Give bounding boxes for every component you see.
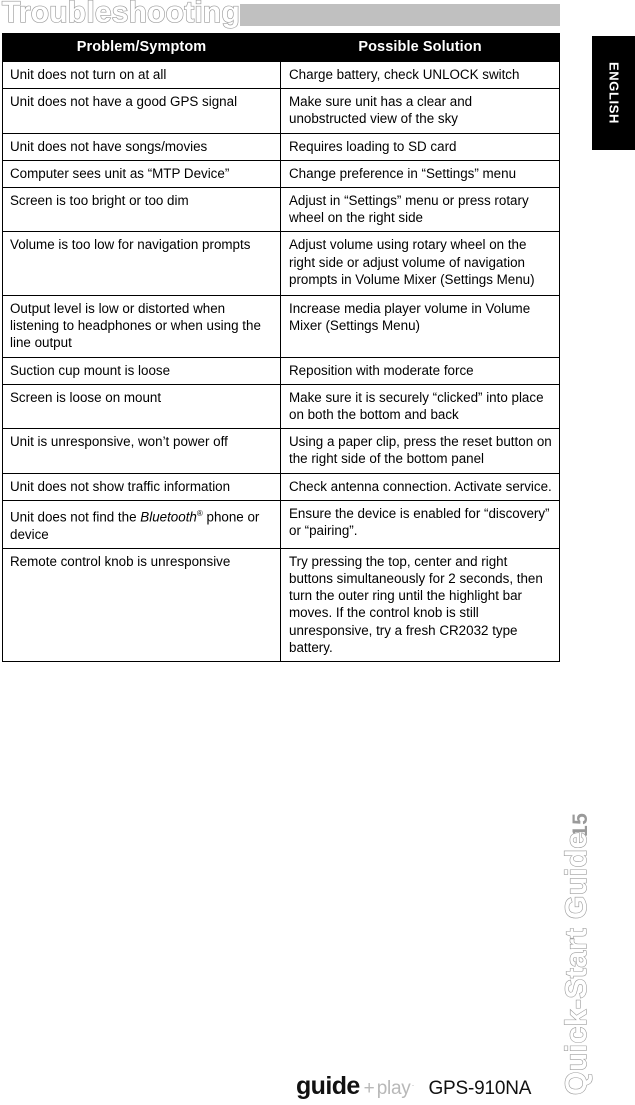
cell-problem: Output level is low or distorted when li… — [2, 295, 281, 358]
cell-solution: Try pressing the top, center and right b… — [280, 547, 560, 662]
table-row: Screen is loose on mount Make sure it is… — [2, 383, 560, 430]
logo-play-text: play — [376, 1078, 411, 1099]
page-title: Troubleshooting — [1, 0, 240, 30]
cell-problem: Computer sees unit as “MTP Device” — [2, 159, 281, 189]
cell-problem: Unit does not have a good GPS signal — [2, 88, 281, 134]
page-header: Troubleshooting — [0, 0, 635, 32]
logo-guide-text: guide — [296, 1072, 360, 1100]
table-row: Unit does not have songs/movies Requires… — [2, 132, 560, 161]
table-row-bluetooth: Unit does not find the Bluetooth® phone … — [2, 499, 560, 549]
cell-solution: Requires loading to SD card — [280, 132, 560, 161]
cell-problem: Unit does not turn on at all — [2, 60, 281, 90]
table-row: Screen is too bright or too dim Adjust i… — [2, 187, 560, 233]
cell-solution: Make sure it is securely “clicked” into … — [280, 383, 560, 430]
cell-solution: Adjust volume using rotary wheel on the … — [280, 231, 560, 297]
logo-trademark-mark: · — [411, 1080, 415, 1090]
language-tab-english: ENGLISH — [592, 36, 635, 150]
table-row: Computer sees unit as “MTP Device” Chang… — [2, 159, 560, 189]
guide-vertical-title: Quick-Start Guide — [559, 831, 593, 1096]
cell-solution: Charge battery, check UNLOCK switch — [280, 60, 560, 90]
table-row: Volume is too low for navigation prompts… — [2, 231, 560, 297]
table-header-row: Problem/Symptom Possible Solution — [2, 33, 560, 62]
footer-logo: guide + play · GPS-910NA — [296, 1072, 531, 1102]
table-row: Unit is unresponsive, won’t power off Us… — [2, 428, 560, 474]
cell-problem: Screen is loose on mount — [2, 383, 281, 430]
cell-problem: Screen is too bright or too dim — [2, 187, 281, 233]
table-row: Output level is low or distorted when li… — [2, 295, 560, 358]
table-row: Unit does not show traffic information C… — [2, 472, 560, 501]
cell-problem: Remote control knob is unresponsive — [2, 547, 281, 662]
table-row: Unit does not have a good GPS signal Mak… — [2, 88, 560, 134]
problem-text-prefix: Unit does not find the — [10, 509, 141, 525]
table-row: Suction cup mount is loose Reposition wi… — [2, 356, 560, 385]
cell-solution: Change preference in “Settings” menu — [280, 159, 560, 189]
table-row: Unit does not turn on at all Charge batt… — [2, 60, 560, 90]
cell-problem: Volume is too low for navigation prompts — [2, 231, 281, 297]
cell-problem: Unit is unresponsive, won’t power off — [2, 428, 281, 474]
cell-solution: Ensure the device is enabled for “discov… — [280, 499, 560, 549]
page-number: 15 — [569, 812, 592, 837]
language-tab-label: ENGLISH — [606, 62, 621, 124]
cell-solution: Using a paper clip, press the reset butt… — [280, 428, 560, 474]
cell-problem: Unit does not have songs/movies — [2, 132, 281, 161]
logo-plus-sign: + — [363, 1078, 375, 1099]
cell-solution: Check antenna connection. Activate servi… — [280, 472, 560, 501]
cell-problem: Unit does not show traffic information — [2, 472, 281, 501]
column-header-problem: Problem/Symptom — [2, 33, 281, 62]
table-row: Remote control knob is unresponsive Try … — [2, 547, 560, 662]
cell-solution: Reposition with moderate force — [280, 356, 560, 385]
bluetooth-trademark-text: Bluetooth — [140, 509, 197, 525]
cell-solution: Make sure unit has a clear and unobstruc… — [280, 88, 560, 134]
cell-solution: Increase media player volume in Volume M… — [280, 295, 560, 358]
troubleshooting-table: Problem/Symptom Possible Solution Unit d… — [2, 33, 560, 662]
column-header-solution: Possible Solution — [280, 33, 560, 62]
model-number: GPS-910NA — [428, 1078, 532, 1099]
cell-problem: Unit does not find the Bluetooth® phone … — [2, 499, 281, 549]
header-accent-bar — [240, 4, 560, 26]
cell-solution: Adjust in “Settings” menu or press rotar… — [280, 187, 560, 233]
cell-problem: Suction cup mount is loose — [2, 356, 281, 385]
